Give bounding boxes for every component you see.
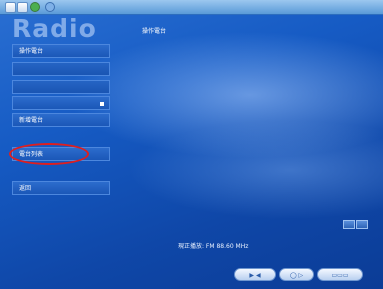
status-dot-icon: [30, 2, 40, 12]
sidebar-item-add-radio[interactable]: 新增電台: [12, 113, 110, 127]
app-title: Radio: [12, 14, 97, 43]
scroll-down-icon[interactable]: [356, 220, 368, 229]
save-button[interactable]: ▭▭▭: [317, 268, 363, 281]
frequency-status: 現正播放: FM 88.60 MHz: [178, 243, 249, 250]
bullet-icon: [100, 102, 104, 106]
sidebar-item-operate-radio[interactable]: 操作電台: [12, 44, 110, 58]
sidebar-item-back[interactable]: 返回: [12, 181, 110, 195]
sidebar-item-dropdown[interactable]: [12, 96, 110, 110]
sidebar-item-empty-1[interactable]: [12, 62, 110, 76]
play-icon: ▶ ◀: [249, 272, 261, 279]
highlight-circle: [9, 143, 89, 165]
sidebar-item-label: 新增電台: [19, 117, 44, 124]
search-icon: ◯ ▷: [289, 272, 304, 279]
window-icon[interactable]: [17, 2, 28, 13]
settings-icon[interactable]: [45, 2, 55, 12]
top-bar: [0, 0, 383, 15]
sidebar-item-label: 操作電台: [19, 48, 44, 55]
sidebar-item-empty-2[interactable]: [12, 80, 110, 94]
save-icon: ▭▭▭: [331, 272, 349, 279]
sidebar-item-label: 返回: [19, 185, 32, 192]
page-title: 操作電台: [142, 28, 167, 35]
play-button[interactable]: ▶ ◀: [234, 268, 276, 281]
menu-icon[interactable]: [5, 2, 16, 13]
search-button[interactable]: ◯ ▷: [279, 268, 314, 281]
scroll-up-icon[interactable]: [343, 220, 355, 229]
